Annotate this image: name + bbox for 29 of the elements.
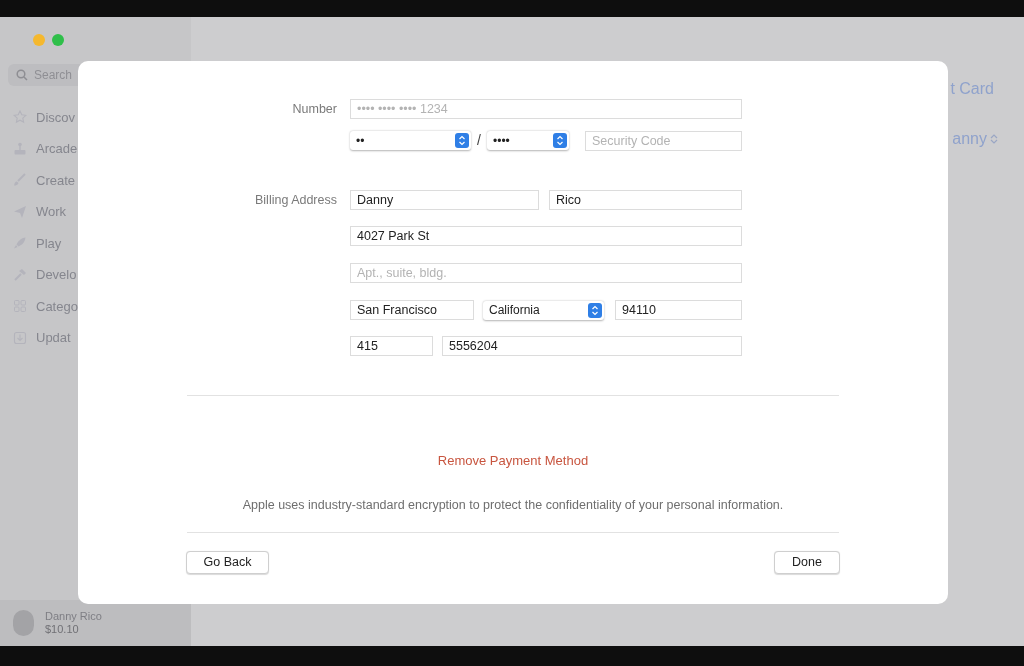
avatar [13,610,34,636]
input-field[interactable]: 94110 [615,300,742,320]
page-title: t Card [950,79,994,99]
field-label: Number [292,101,337,118]
chevron-icon [990,133,998,145]
dropdown[interactable]: •••• [487,131,569,150]
input-field[interactable]: Danny [350,190,539,210]
dropdown[interactable]: California [483,300,604,320]
input-field[interactable]: Security Code [585,130,742,151]
account-balance: $10.10 [45,623,80,636]
search-icon [16,69,28,81]
date-separator: / [476,131,482,150]
stepper-icon [588,302,602,318]
dropdown[interactable]: •• [350,131,471,150]
input-field[interactable]: 5556204 [442,336,742,356]
input-field[interactable]: Apt., suite, bldg. [350,263,742,283]
remove-payment-link[interactable]: Remove Payment Method [437,451,589,471]
input-field[interactable]: •••• •••• •••• 1234 [350,99,742,119]
stepper-icon [553,133,567,148]
encryption-notice: Apple uses industry-standard encryption to protect the confidentiality of your personal information. [242,496,784,514]
input-field[interactable]: 4027 Park St [350,226,742,246]
account-name: Danny Rico [45,610,102,623]
input-field[interactable]: Rico [549,190,742,210]
input-field[interactable]: 415 [350,336,433,356]
done-button[interactable]: Done [774,551,840,575]
go-back-button[interactable]: Go Back [186,551,269,575]
input-field[interactable]: San Francisco [350,300,474,320]
stepper-icon [455,133,469,148]
field-label: Billing Address [255,192,337,209]
